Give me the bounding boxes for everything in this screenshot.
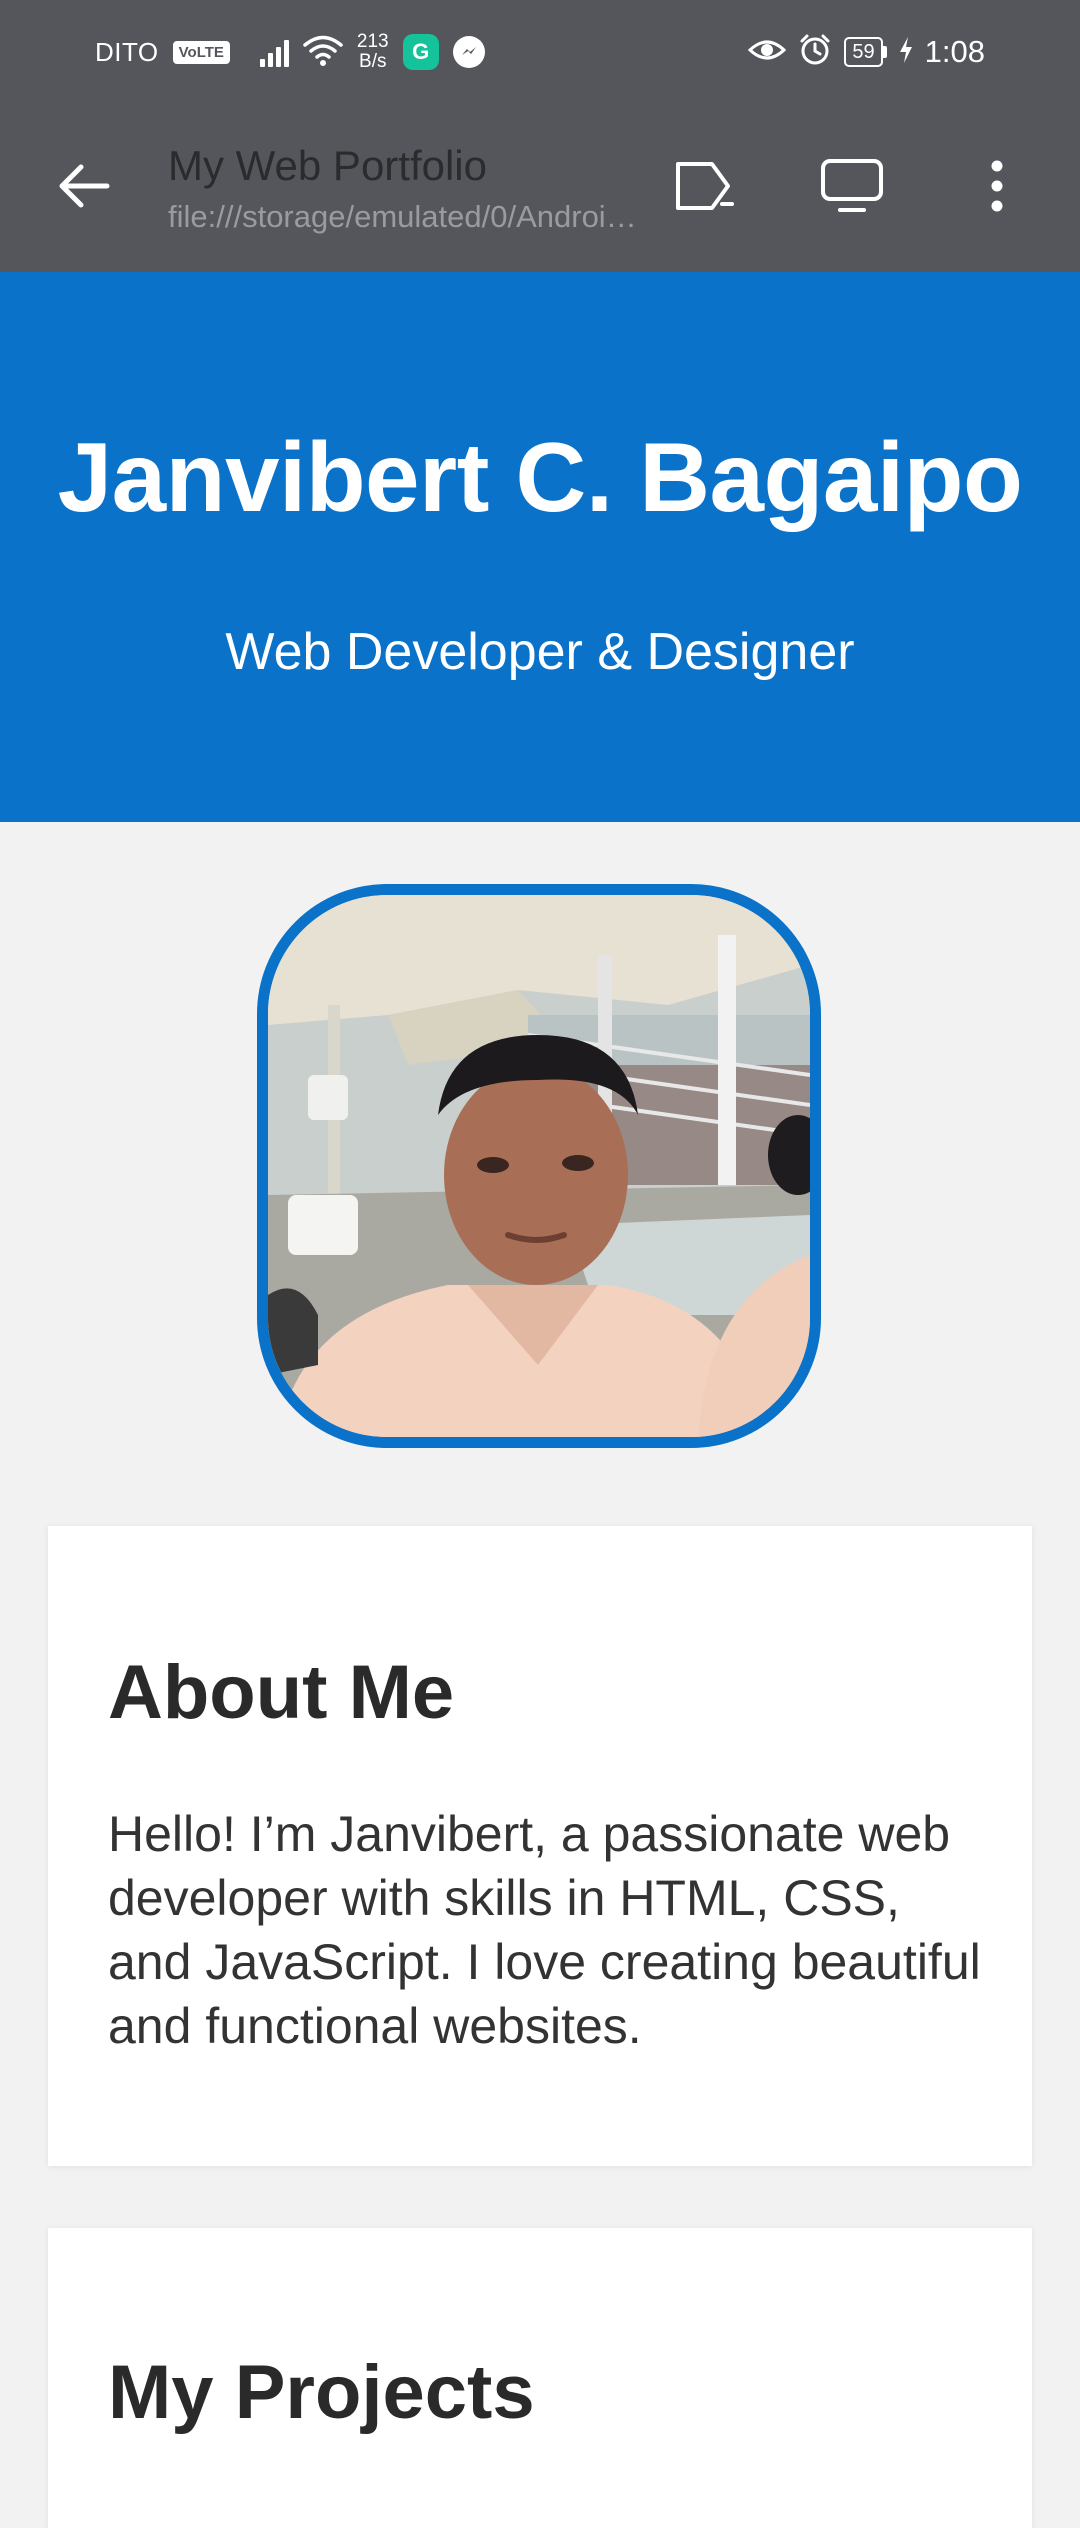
signal-icon bbox=[259, 37, 289, 67]
carrier-label: DITO bbox=[95, 36, 159, 67]
portfolio-header: Janvibert C. Bagaipo Web Developer & Des… bbox=[0, 272, 1080, 822]
clock: 1:08 bbox=[924, 34, 985, 69]
back-arrow-icon bbox=[59, 164, 110, 208]
app-bar: My Web Portfolio file:///storage/emulate… bbox=[0, 104, 1080, 272]
profile-photo bbox=[257, 884, 821, 1448]
more-vert-icon bbox=[991, 160, 1003, 212]
desktop-button[interactable] bbox=[820, 154, 884, 218]
projects-section: My Projects bbox=[48, 2228, 1032, 2528]
about-title: About Me bbox=[108, 1650, 455, 1735]
messenger-icon bbox=[452, 36, 485, 68]
charging-icon bbox=[899, 36, 913, 69]
owner-role: Web Developer & Designer bbox=[225, 623, 855, 681]
page-title: My Web Portfolio bbox=[168, 142, 487, 189]
speed-value: 213 bbox=[356, 31, 389, 52]
status-left: DITO VoLTE 213 B/s G bbox=[95, 30, 485, 74]
battery-icon: 59 bbox=[844, 37, 887, 67]
grammarly-icon: G bbox=[402, 34, 439, 70]
page-info: My Web Portfolio file:///storage/emulate… bbox=[168, 140, 648, 238]
network-speed: 213 B/s bbox=[357, 32, 389, 72]
cast-icon bbox=[676, 162, 734, 210]
status-right: 59 1:08 bbox=[748, 30, 985, 74]
volte-badge: VoLTE bbox=[172, 40, 230, 64]
cast-button[interactable] bbox=[672, 154, 736, 218]
about-section: About Me Hello! I’m Janvibert, a passion… bbox=[48, 1526, 1032, 2166]
owner-name: Janvibert C. Bagaipo bbox=[57, 422, 1023, 532]
more-options-button[interactable] bbox=[965, 154, 1029, 218]
about-text: Hello! I’m Janvibert, a passionate web d… bbox=[108, 1806, 981, 2054]
eye-icon bbox=[748, 36, 787, 69]
speed-unit: B/s bbox=[359, 51, 387, 72]
status-bar: DITO VoLTE 213 B/s G 59 1:08 bbox=[0, 0, 1080, 104]
wifi-icon bbox=[303, 33, 343, 72]
desktop-icon bbox=[821, 159, 883, 212]
projects-title: My Projects bbox=[108, 2350, 535, 2435]
battery-level: 59 bbox=[844, 37, 883, 67]
back-button[interactable] bbox=[52, 154, 116, 218]
page-url: file:///storage/emulated/0/Android/data/… bbox=[168, 199, 648, 234]
alarm-icon bbox=[798, 33, 832, 72]
